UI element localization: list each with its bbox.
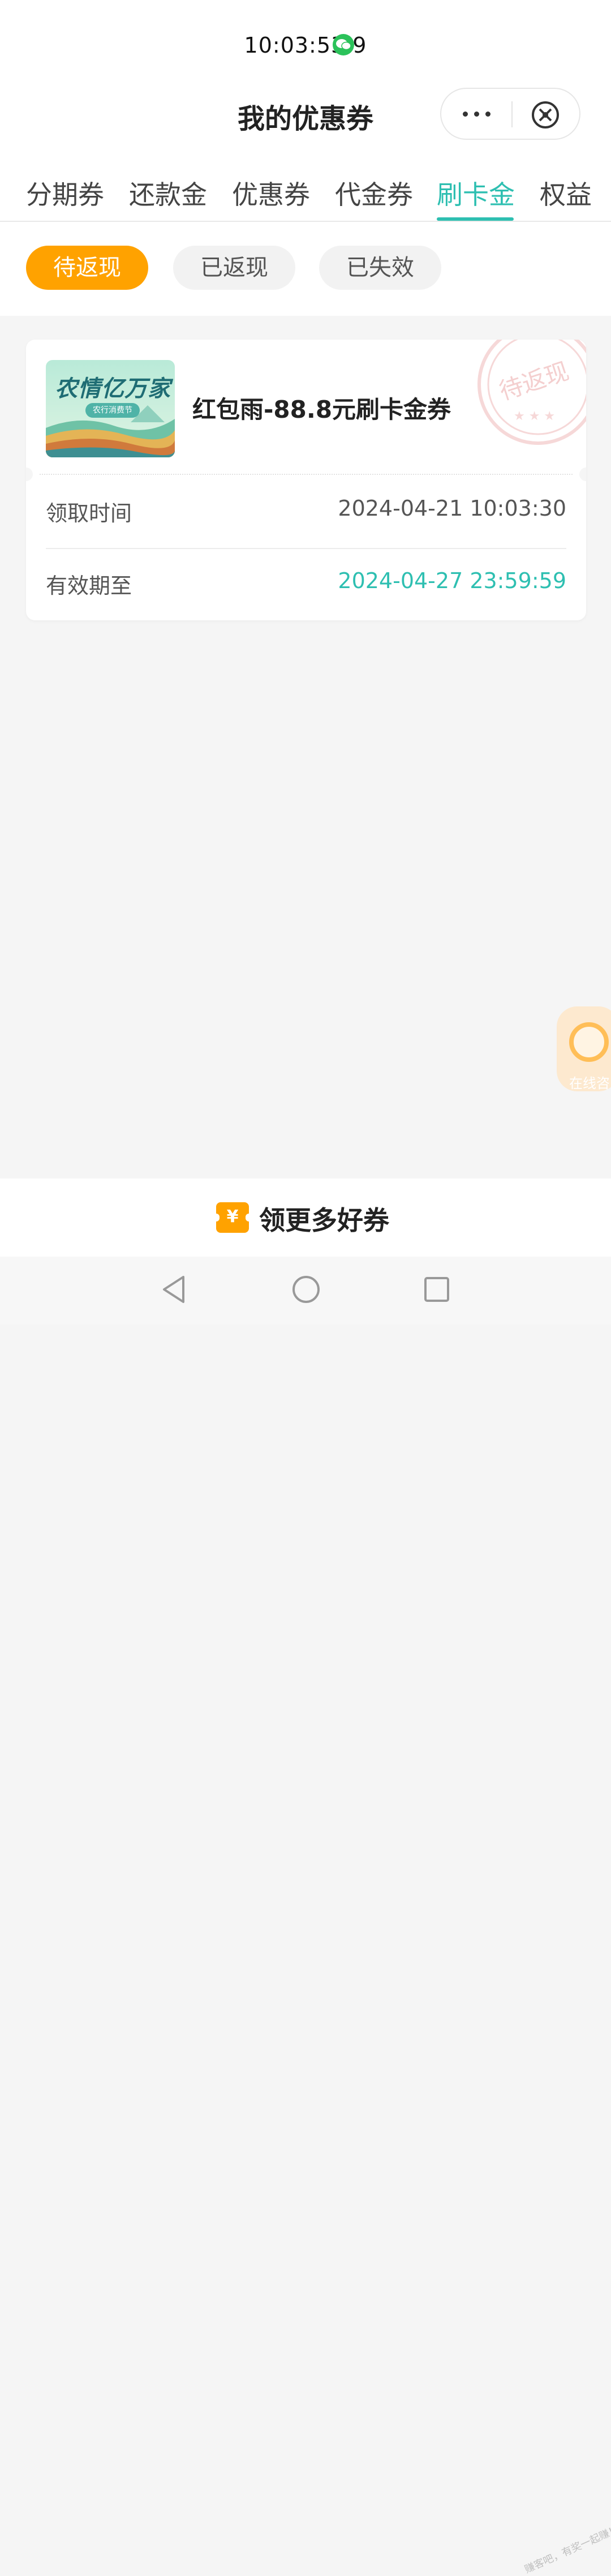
- valid-label: 有效期至: [46, 573, 132, 598]
- svg-text:★ ★ ★: ★ ★ ★: [514, 409, 555, 423]
- pending-stamp: ★ ★ ★ 待返现: [473, 340, 586, 449]
- tab-benefits[interactable]: 权益: [540, 174, 592, 212]
- thumb-title: 农情亿万家: [55, 375, 171, 402]
- tab-discount[interactable]: 优惠券: [232, 174, 310, 212]
- tabs-divider: [0, 221, 611, 222]
- tab-voucher[interactable]: 代金券: [335, 174, 413, 212]
- get-more-coupons-button[interactable]: 领更多好券: [259, 1200, 389, 1237]
- mini-program-capsule: [440, 88, 580, 140]
- coupon-card[interactable]: 农情亿万家 农行消费节 红包雨-88.8元刷卡金券 ★ ★ ★ 待返现 领取时间…: [26, 340, 586, 620]
- status-time: 10:03:53.9: [244, 33, 367, 58]
- filter-expired[interactable]: 已失效: [319, 246, 441, 290]
- system-navigation-bar: 赚客吧，有奖一起赚！: [0, 1257, 611, 2576]
- online-service-label: 在线咨: [569, 1075, 610, 1091]
- coupon-thumbnail: 农情亿万家 农行消费节: [46, 360, 175, 457]
- filter-pending[interactable]: 待返现: [26, 246, 148, 290]
- more-icon[interactable]: [441, 89, 511, 139]
- tab-repayment[interactable]: 还款金: [129, 174, 207, 212]
- filter-returned[interactable]: 已返现: [173, 246, 295, 290]
- bottom-cta-bar[interactable]: ¥ 领更多好券: [0, 1178, 611, 1257]
- tab-installment[interactable]: 分期券: [26, 174, 104, 212]
- close-circle-icon[interactable]: [531, 100, 560, 130]
- capsule-divider: [511, 101, 513, 127]
- watermark: 赚客吧，有奖一起赚！: [523, 2523, 611, 2576]
- ticket-symbol: ¥: [226, 1207, 239, 1227]
- perforation: [40, 474, 573, 475]
- received-label: 领取时间: [46, 501, 132, 526]
- received-value: 2024-04-21 10:03:30: [338, 496, 566, 521]
- thumb-subtitle: 农行消费节: [85, 403, 140, 418]
- back-icon[interactable]: [160, 1274, 188, 1308]
- left-notch: [26, 468, 33, 481]
- home-icon[interactable]: [291, 1274, 321, 1308]
- category-tabs: 分期券 还款金 优惠券 代金券 刷卡金 权益: [0, 170, 611, 222]
- tab-card-cashback[interactable]: 刷卡金: [437, 174, 515, 212]
- headset-icon: [569, 1022, 609, 1062]
- coupon-title: 红包雨-88.8元刷卡金券: [192, 396, 451, 423]
- ticket-icon: ¥: [213, 1202, 252, 1233]
- right-notch: [579, 468, 586, 481]
- row-divider: [46, 548, 566, 549]
- wechat-icon: [333, 34, 354, 55]
- online-service-button[interactable]: 在线咨: [557, 1006, 611, 1091]
- recent-apps-icon[interactable]: [422, 1274, 450, 1308]
- valid-value: 2024-04-27 23:59:59: [338, 568, 566, 593]
- top-panel: 10:03:53.9 我的优惠券 分期券 还款金 优惠券 代金券 刷卡金 权益: [0, 0, 611, 316]
